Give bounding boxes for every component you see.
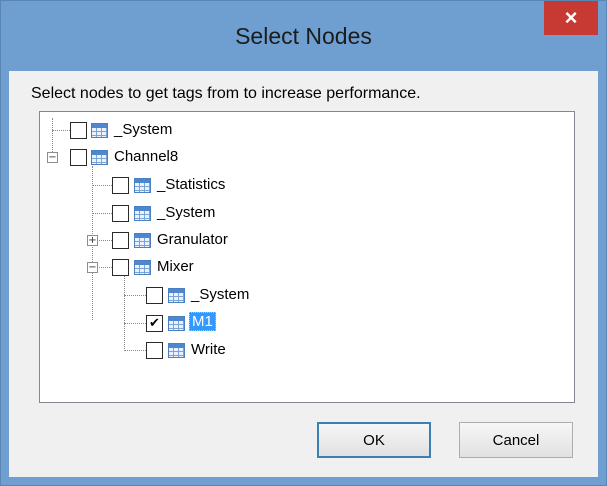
node-checkbox[interactable]: ✔ xyxy=(146,315,163,332)
tag-table-icon xyxy=(134,233,151,248)
ok-button[interactable]: OK xyxy=(317,422,431,458)
tree-line xyxy=(52,130,70,131)
tree-line xyxy=(92,185,112,186)
close-icon: × xyxy=(564,5,578,30)
tag-table-icon xyxy=(134,260,151,275)
tree-line xyxy=(124,295,146,296)
node-checkbox[interactable] xyxy=(112,205,129,222)
node-label[interactable]: Write xyxy=(191,341,226,358)
tag-table-icon xyxy=(168,343,185,358)
title-bar[interactable]: Select Nodes × xyxy=(1,1,606,71)
node-checkbox[interactable] xyxy=(112,259,129,276)
node-checkbox[interactable] xyxy=(146,287,163,304)
tree-line xyxy=(124,323,146,324)
tree-line xyxy=(124,350,146,351)
tag-table-icon xyxy=(134,206,151,221)
tag-table-icon xyxy=(134,178,151,193)
tree-line xyxy=(92,213,112,214)
tag-table-icon xyxy=(91,150,108,165)
select-nodes-dialog: Select Nodes × Select nodes to get tags … xyxy=(0,0,607,486)
node-label-selected[interactable]: M1 xyxy=(189,312,216,331)
cancel-button[interactable]: Cancel xyxy=(459,422,573,458)
tag-table-icon xyxy=(168,288,185,303)
node-tree[interactable]: _System − Channel8 _Statistics _System +… xyxy=(39,111,575,403)
node-label[interactable]: _Statistics xyxy=(157,176,225,193)
node-checkbox[interactable] xyxy=(70,149,87,166)
node-label[interactable]: Channel8 xyxy=(114,148,178,165)
collapse-icon[interactable]: − xyxy=(47,152,58,163)
node-label[interactable]: _System xyxy=(157,204,215,221)
tree-line xyxy=(124,275,125,351)
node-label[interactable]: Mixer xyxy=(157,258,194,275)
node-label[interactable]: _System xyxy=(114,121,172,138)
node-checkbox[interactable] xyxy=(112,232,129,249)
node-checkbox[interactable] xyxy=(112,177,129,194)
node-label[interactable]: _System xyxy=(191,286,249,303)
expand-icon[interactable]: + xyxy=(87,235,98,246)
collapse-icon[interactable]: − xyxy=(87,262,98,273)
dialog-title: Select Nodes xyxy=(235,23,372,49)
tag-table-icon xyxy=(91,123,108,138)
close-button[interactable]: × xyxy=(544,1,598,35)
tag-table-icon xyxy=(168,316,185,331)
tree-line xyxy=(97,267,112,268)
node-label[interactable]: Granulator xyxy=(157,231,228,248)
tree-line xyxy=(97,240,112,241)
node-checkbox[interactable] xyxy=(70,122,87,139)
node-checkbox[interactable] xyxy=(146,342,163,359)
instruction-text: Select nodes to get tags from to increas… xyxy=(31,85,421,102)
